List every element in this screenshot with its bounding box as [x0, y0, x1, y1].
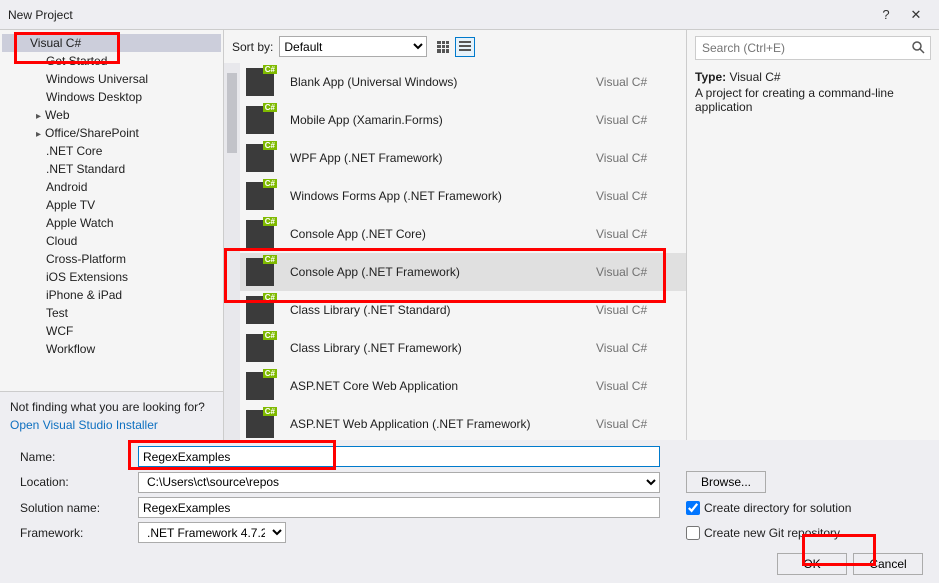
template-lang: Visual C#	[596, 189, 676, 203]
template-lang: Visual C#	[596, 265, 676, 279]
grid-icon	[437, 41, 449, 53]
template-list[interactable]: C#Blank App (Universal Windows)Visual C#…	[224, 63, 686, 440]
tree-item[interactable]: .NET Core	[0, 142, 223, 160]
search-input[interactable]	[695, 36, 931, 60]
template-item[interactable]: C# Mobile App (Xamarin.Forms)Visual C#	[224, 101, 686, 139]
cancel-button[interactable]: Cancel	[853, 553, 923, 575]
search-icon[interactable]	[911, 40, 927, 56]
template-icon: C#	[246, 220, 274, 248]
template-item[interactable]: C# Blank App (Universal Windows)Visual C#	[224, 63, 686, 101]
template-item[interactable]: C# Class Library (.NET Standard)Visual C#	[224, 291, 686, 329]
open-installer-link[interactable]: Open Visual Studio Installer	[10, 418, 213, 432]
template-item[interactable]: C# Console App (.NET Framework)Visual C#	[224, 253, 686, 291]
help-button[interactable]: ?	[871, 7, 901, 22]
template-item[interactable]: C# Console App (.NET Core)Visual C#	[224, 215, 686, 253]
template-item[interactable]: C# WPF App (.NET Framework)Visual C#	[224, 139, 686, 177]
template-lang: Visual C#	[596, 417, 676, 431]
type-value: Visual C#	[729, 70, 780, 84]
type-description: A project for creating a command-line ap…	[695, 86, 931, 114]
template-name: Console App (.NET Framework)	[290, 265, 596, 279]
template-icon: C#	[246, 106, 274, 134]
template-name: ASP.NET Web Application (.NET Framework)	[290, 417, 596, 431]
tree-item[interactable]: Get Started	[0, 52, 223, 70]
tree-item[interactable]: Web	[0, 106, 223, 124]
tree-item[interactable]: .NET Standard	[0, 160, 223, 178]
tree-item[interactable]: Cross-Platform	[0, 250, 223, 268]
template-item[interactable]: C# Class Library (.NET Framework)Visual C…	[224, 329, 686, 367]
framework-select[interactable]: .NET Framework 4.7.2	[138, 522, 286, 543]
template-lang: Visual C#	[596, 379, 676, 393]
tree-item[interactable]: Windows Desktop	[0, 88, 223, 106]
location-select[interactable]: C:\Users\ct\source\repos	[138, 472, 660, 493]
tree-item[interactable]: WCF	[0, 322, 223, 340]
template-lang: Visual C#	[596, 151, 676, 165]
template-lang: Visual C#	[596, 75, 676, 89]
location-label: Location:	[20, 475, 132, 489]
name-input[interactable]	[138, 446, 660, 467]
tree-item[interactable]: Apple TV	[0, 196, 223, 214]
tree-item[interactable]: Apple Watch	[0, 214, 223, 232]
browse-button[interactable]: Browse...	[686, 471, 766, 493]
window-title: New Project	[8, 8, 871, 22]
create-git-label: Create new Git repository	[704, 526, 840, 540]
tree-item[interactable]: iOS Extensions	[0, 268, 223, 286]
template-item[interactable]: C# ASP.NET Core Web ApplicationVisual C#	[224, 367, 686, 405]
template-name: WPF App (.NET Framework)	[290, 151, 596, 165]
template-icon: C#	[246, 258, 274, 286]
template-icon: C#	[246, 410, 274, 438]
template-icon: C#	[246, 182, 274, 210]
create-git-checkbox[interactable]	[686, 526, 700, 540]
template-icon: C#	[246, 68, 274, 96]
type-label: Type:	[695, 70, 726, 84]
solution-name-input[interactable]	[138, 497, 660, 518]
scrollbar-thumb[interactable]	[227, 73, 237, 153]
not-finding-label: Not finding what you are looking for?	[10, 400, 213, 414]
tree-item[interactable]: Windows Universal	[0, 70, 223, 88]
sort-by-label: Sort by:	[232, 40, 273, 54]
template-name: ASP.NET Core Web Application	[290, 379, 596, 393]
tree-item[interactable]: Office/SharePoint	[0, 124, 223, 142]
tree-item[interactable]: Workflow	[0, 340, 223, 358]
template-icon: C#	[246, 296, 274, 324]
template-icon: C#	[246, 144, 274, 172]
tree-item[interactable]: Cloud	[0, 232, 223, 250]
template-item[interactable]: C# ASP.NET Web Application (.NET Framewor…	[224, 405, 686, 440]
tree-item[interactable]: Test	[0, 304, 223, 322]
view-list-button[interactable]	[455, 37, 475, 57]
solution-name-label: Solution name:	[20, 501, 132, 515]
list-icon	[459, 41, 471, 53]
tree-root-visual-csharp[interactable]: Visual C#	[2, 34, 221, 52]
sort-by-select[interactable]: Default	[279, 36, 427, 57]
template-name: Class Library (.NET Standard)	[290, 303, 596, 317]
tree-item[interactable]: Android	[0, 178, 223, 196]
template-lang: Visual C#	[596, 113, 676, 127]
template-name: Blank App (Universal Windows)	[290, 75, 596, 89]
close-button[interactable]: ✕	[901, 7, 931, 23]
create-directory-checkbox[interactable]	[686, 501, 700, 515]
category-tree: Visual C# Get StartedWindows UniversalWi…	[0, 30, 223, 391]
view-grid-button[interactable]	[433, 37, 453, 57]
template-lang: Visual C#	[596, 303, 676, 317]
template-icon: C#	[246, 334, 274, 362]
template-name: Mobile App (Xamarin.Forms)	[290, 113, 596, 127]
template-lang: Visual C#	[596, 341, 676, 355]
name-label: Name:	[20, 450, 132, 464]
framework-label: Framework:	[20, 526, 132, 540]
template-name: Class Library (.NET Framework)	[290, 341, 596, 355]
tree-item[interactable]: iPhone & iPad	[0, 286, 223, 304]
template-name: Console App (.NET Core)	[290, 227, 596, 241]
template-lang: Visual C#	[596, 227, 676, 241]
template-name: Windows Forms App (.NET Framework)	[290, 189, 596, 203]
create-directory-label: Create directory for solution	[704, 501, 851, 515]
scrollbar[interactable]	[224, 63, 240, 440]
template-item[interactable]: C# Windows Forms App (.NET Framework)Visu…	[224, 177, 686, 215]
template-icon: C#	[246, 372, 274, 400]
ok-button[interactable]: OK	[777, 553, 847, 575]
